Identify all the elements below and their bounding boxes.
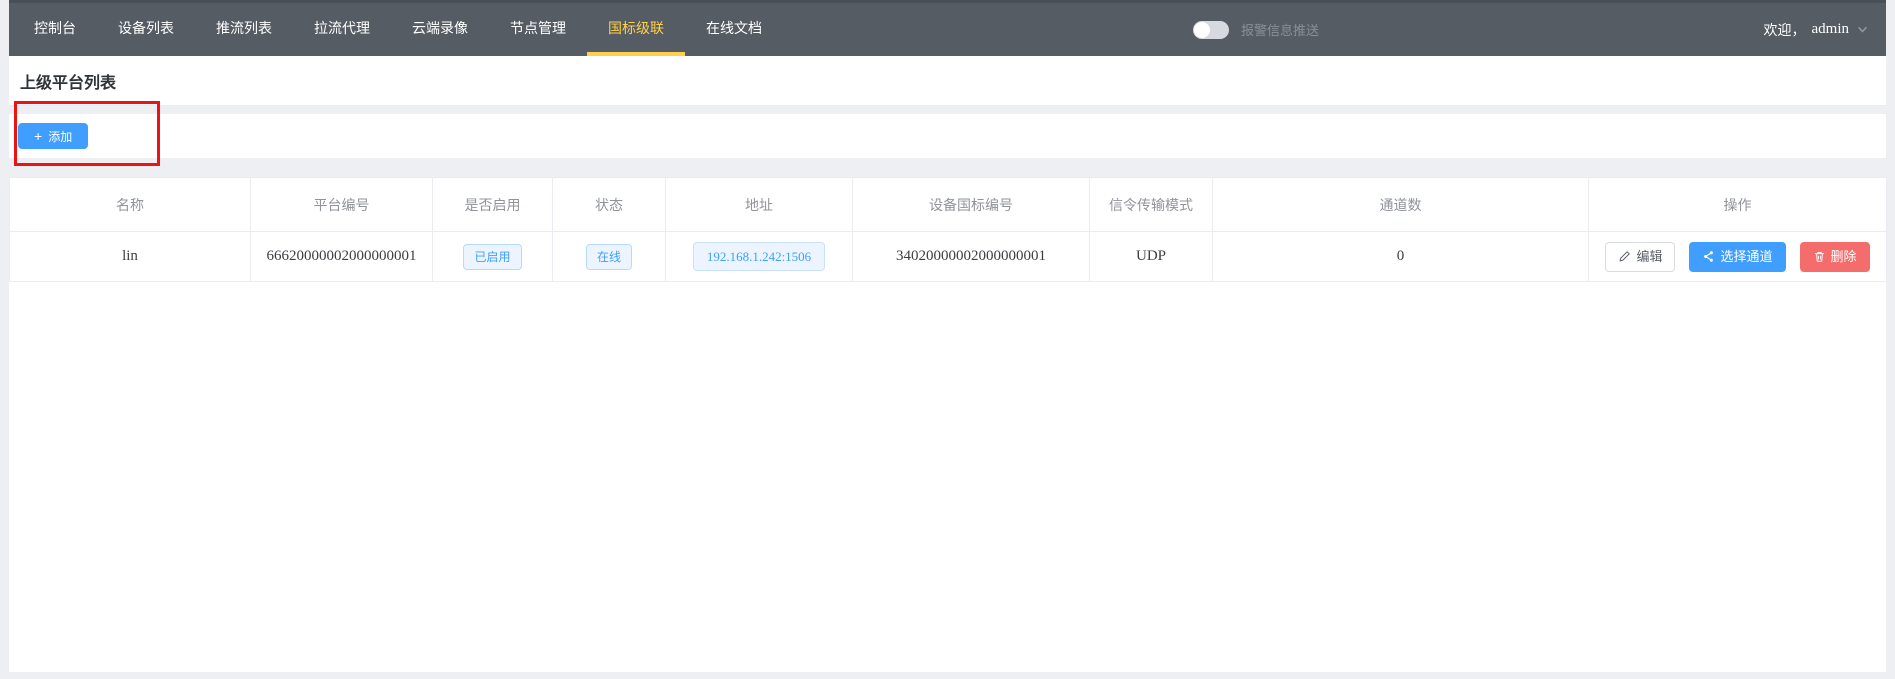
tab-device-list[interactable]: 设备列表: [97, 3, 195, 56]
chevron-down-icon: [1857, 24, 1868, 35]
edit-button[interactable]: 编辑: [1605, 242, 1675, 272]
row-actions: 编辑 选择通道: [1605, 242, 1869, 272]
alarm-push-group: 报警信息推送: [1193, 3, 1319, 56]
page-header: 上级平台列表: [9, 56, 1886, 106]
table-row: lin 66620000002000000001 已启用 在线 192.168.…: [10, 232, 1887, 282]
divider: [9, 106, 1886, 114]
top-navbar: 控制台 设备列表 推流列表 拉流代理 云端录像 节点管理 国标级联 在线文档 报…: [9, 0, 1886, 56]
cell-channel-count: 0: [1213, 232, 1589, 282]
username: admin: [1812, 21, 1850, 38]
col-header-operations: 操作: [1589, 178, 1887, 232]
delete-label: 删除: [1831, 250, 1857, 263]
address-button[interactable]: 192.168.1.242:1506: [693, 242, 825, 271]
cell-operations: 编辑 选择通道: [1589, 232, 1887, 282]
tab-gb-cascade[interactable]: 国标级联: [587, 3, 685, 56]
col-header-enabled: 是否启用: [433, 178, 553, 232]
divider: [9, 158, 1886, 177]
add-button[interactable]: + 添加: [18, 123, 88, 149]
enabled-badge: 已启用: [463, 244, 521, 270]
tab-cloud-recording[interactable]: 云端录像: [391, 3, 489, 56]
tab-console[interactable]: 控制台: [13, 3, 97, 56]
cell-address: 192.168.1.242:1506: [666, 232, 853, 282]
platform-table-card: 名称 平台编号 是否启用 状态 地址 设备国标编号 信令传输模式 通道数 操作 …: [9, 177, 1886, 672]
table-header-row: 名称 平台编号 是否启用 状态 地址 设备国标编号 信令传输模式 通道数 操作: [10, 178, 1887, 232]
edit-label: 编辑: [1636, 250, 1662, 263]
cell-name: lin: [10, 232, 251, 282]
plus-icon: +: [34, 129, 42, 143]
col-header-transport-mode: 信令传输模式: [1090, 178, 1213, 232]
cell-platform-id: 66620000002000000001: [251, 232, 433, 282]
tab-push-list[interactable]: 推流列表: [195, 3, 293, 56]
status-badge: 在线: [586, 244, 632, 270]
toggle-knob: [1194, 22, 1210, 38]
select-channel-button[interactable]: 选择通道: [1689, 242, 1785, 272]
cell-enabled: 已启用: [433, 232, 553, 282]
tab-pull-proxy[interactable]: 拉流代理: [293, 3, 391, 56]
col-header-address: 地址: [666, 178, 853, 232]
share-icon: [1702, 250, 1715, 263]
cell-device-gb-id: 34020000002000000001: [853, 232, 1090, 282]
add-button-label: 添加: [48, 128, 72, 145]
nav-tabs: 控制台 设备列表 推流列表 拉流代理 云端录像 节点管理 国标级联 在线文档: [9, 3, 783, 56]
alarm-push-toggle[interactable]: [1193, 21, 1229, 39]
col-header-device-gb-id: 设备国标编号: [853, 178, 1090, 232]
pencil-icon: [1618, 250, 1631, 263]
cell-status: 在线: [553, 232, 666, 282]
tab-online-docs[interactable]: 在线文档: [685, 3, 783, 56]
user-menu[interactable]: 欢迎， admin: [1764, 3, 1869, 56]
welcome-text: 欢迎，: [1764, 20, 1806, 40]
cell-transport-mode: UDP: [1090, 232, 1213, 282]
col-header-channel-count: 通道数: [1213, 178, 1589, 232]
platform-table: 名称 平台编号 是否启用 状态 地址 设备国标编号 信令传输模式 通道数 操作 …: [9, 177, 1887, 282]
col-header-name: 名称: [10, 178, 251, 232]
page-title: 上级平台列表: [20, 69, 116, 93]
col-header-platform-id: 平台编号: [251, 178, 433, 232]
delete-button[interactable]: 删除: [1800, 242, 1870, 272]
trash-icon: [1813, 250, 1826, 263]
select-channel-label: 选择通道: [1720, 250, 1772, 263]
alarm-push-label: 报警信息推送: [1241, 20, 1319, 39]
tab-node-management[interactable]: 节点管理: [489, 3, 587, 56]
col-header-status: 状态: [553, 178, 666, 232]
app-container: 控制台 设备列表 推流列表 拉流代理 云端录像 节点管理 国标级联 在线文档 报…: [9, 0, 1886, 672]
toolbar: + 添加: [9, 114, 1886, 158]
